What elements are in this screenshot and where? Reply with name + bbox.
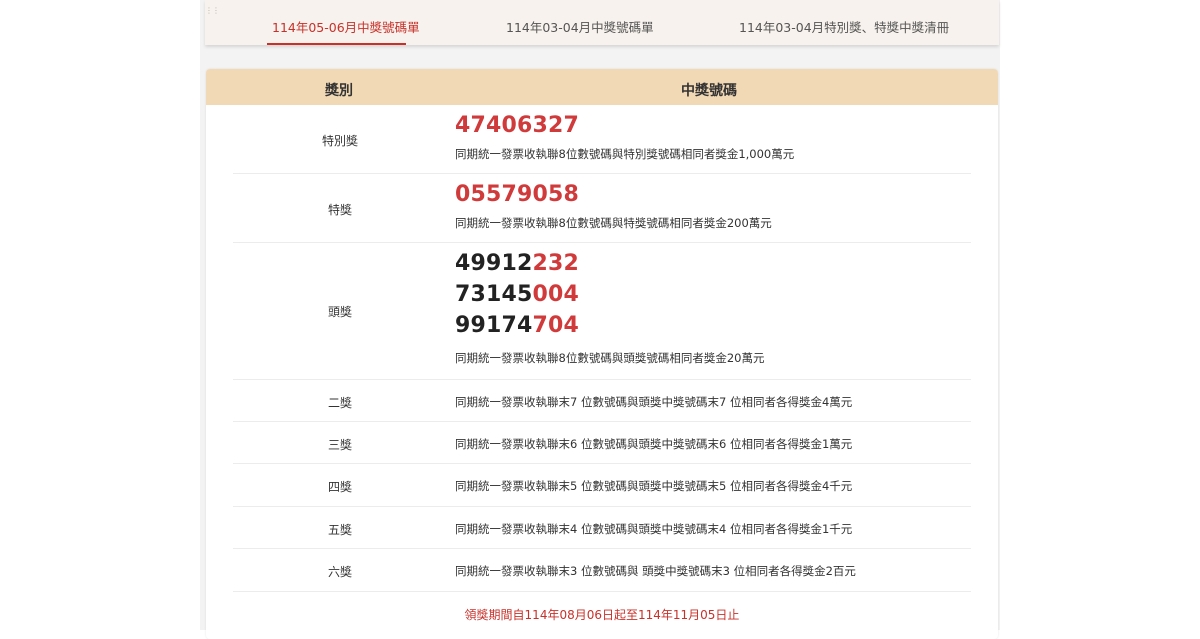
prize-name-grand: 特獎 (327, 203, 352, 217)
prize-name-special: 特別獎 (321, 134, 358, 148)
first-prize-number-prefix: 73145 (455, 282, 533, 307)
row-divider (233, 591, 971, 592)
row-divider (233, 463, 971, 464)
tab-114-05-06-winning-numbers[interactable]: 114年05-06月中獎號碼單 (272, 17, 420, 36)
grand-prize-number: 05579058 (455, 182, 580, 207)
active-tab-indicator (267, 43, 406, 45)
second-prize-desc: 同期統一發票收執聯末7 位數號碼與頭獎中獎號碼末7 位相同者各得獎金4萬元 (455, 395, 853, 409)
drag-handle-icon: ⋮⋮ (205, 6, 220, 15)
first-prize-number-suffix: 232 (532, 251, 580, 276)
prize-name-fifth: 五獎 (327, 523, 352, 537)
special-prize-number: 47406327 (455, 113, 580, 138)
row-divider (233, 548, 971, 549)
first-prize-desc: 同期統一發票收執聯8位數號碼與頭獎號碼相同者獎金20萬元 (455, 351, 765, 365)
first-prize-number-prefix: 99174 (455, 313, 533, 338)
claim-period-note: 領獎期間自114年08月06日起至114年11月05日止 (464, 608, 740, 622)
fourth-prize-desc: 同期統一發票收執聯末5 位數號碼與頭獎中獎號碼末5 位相同者各得獎金4千元 (455, 479, 853, 493)
row-divider (233, 379, 971, 380)
first-prize-number: 73145004 (455, 282, 579, 307)
prize-name-second: 二獎 (327, 396, 352, 410)
row-divider (233, 173, 971, 174)
tab-114-03-04-winning-numbers[interactable]: 114年03-04月中獎號碼單 (506, 17, 654, 36)
row-divider (233, 421, 971, 422)
grand-prize-desc: 同期統一發票收執聯8位數號碼與特獎號碼相同者獎金200萬元 (455, 216, 772, 230)
first-prize-number-suffix: 004 (532, 282, 580, 307)
header-prize: 獎別 (325, 83, 353, 99)
special-prize-desc: 同期統一發票收執聯8位數號碼與特別獎號碼相同者獎金1,000萬元 (455, 147, 795, 161)
prize-name-sixth: 六獎 (327, 565, 352, 579)
tab-114-03-04-special-winners-list[interactable]: 114年03-04月特別獎、特獎中獎清冊 (739, 17, 949, 36)
header-winning-numbers: 中獎號碼 (681, 83, 737, 99)
first-prize-number-suffix: 704 (532, 313, 580, 338)
prize-name-first: 頭獎 (327, 305, 352, 319)
sixth-prize-desc: 同期統一發票收執聯末3 位數號碼與 頭獎中獎號碼末3 位相同者各得獎金2百元 (455, 564, 856, 578)
row-divider (233, 506, 971, 507)
prize-name-third: 三獎 (327, 438, 352, 452)
first-prize-number: 99174704 (455, 313, 579, 338)
fifth-prize-desc: 同期統一發票收執聯末4 位數號碼與頭獎中獎號碼末4 位相同者各得獎金1千元 (455, 522, 853, 536)
row-divider (233, 242, 971, 243)
prize-name-fourth: 四獎 (327, 480, 352, 494)
third-prize-desc: 同期統一發票收執聯末6 位數號碼與頭獎中獎號碼末6 位相同者各得獎金1萬元 (455, 437, 853, 451)
first-prize-number: 49912232 (455, 251, 579, 276)
first-prize-number-prefix: 49912 (455, 251, 533, 276)
